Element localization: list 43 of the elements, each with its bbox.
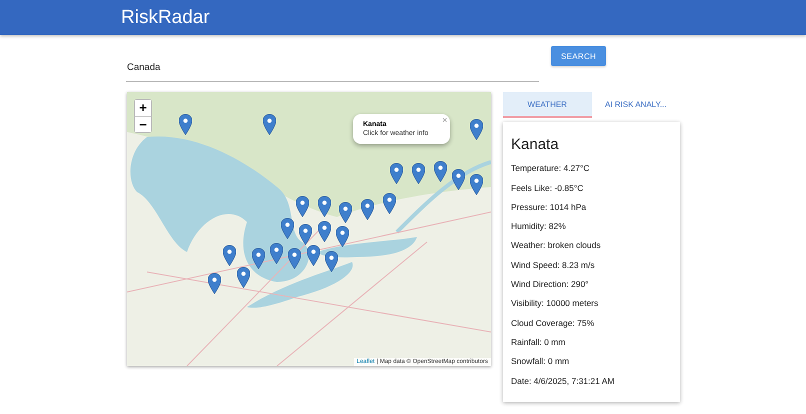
- weather-detail: Wind Direction: 290°: [511, 279, 590, 290]
- map-pin-icon[interactable]: [412, 163, 426, 184]
- weather-detail: Date: 4/6/2025, 7:31:21 AM: [511, 376, 616, 386]
- map-pin-icon[interactable]: [318, 196, 331, 218]
- map-pin-icon[interactable]: [262, 114, 276, 135]
- app-title: RiskRadar: [121, 6, 210, 28]
- search-button[interactable]: SEARCH: [551, 46, 606, 66]
- map-pin-icon[interactable]: [281, 218, 294, 240]
- map-pin-icon[interactable]: [470, 119, 484, 140]
- map-pin-icon[interactable]: [336, 226, 349, 248]
- map-pin-icon[interactable]: [222, 245, 236, 266]
- weather-detail: Temperature: 4.27°C: [511, 163, 591, 174]
- map-pin-icon[interactable]: [361, 198, 374, 220]
- weather-detail: Wind Speed: 8.23 m/s: [511, 260, 596, 270]
- map-pin-icon[interactable]: [383, 193, 396, 214]
- weather-detail: Cloud Coverage: 75%: [511, 318, 596, 328]
- weather-detail: Humidity: 82%: [511, 221, 567, 232]
- map-pin-icon[interactable]: [299, 224, 312, 245]
- map-pin-icon[interactable]: [434, 160, 448, 182]
- map-pin-icon[interactable]: [288, 248, 302, 270]
- map-pin-icon[interactable]: [339, 202, 352, 223]
- map-pin-icon[interactable]: [270, 242, 284, 264]
- map-pin-icon[interactable]: [296, 196, 309, 218]
- map-pin-icon[interactable]: [324, 250, 338, 272]
- weather-detail: Pressure: 1014 hPa: [511, 202, 588, 212]
- map-pin-icon[interactable]: [390, 163, 404, 184]
- map-pin-icon[interactable]: [252, 248, 266, 270]
- weather-detail: Rainfall: 0 mm: [511, 336, 566, 347]
- map-pin-icon[interactable]: [179, 114, 192, 135]
- zoom-out-button[interactable]: −: [135, 116, 151, 132]
- weather-detail: Visibility: 10000 meters: [511, 298, 600, 308]
- close-button[interactable]: ×: [442, 115, 448, 125]
- map-pin-icon[interactable]: [237, 267, 250, 288]
- tab[interactable]: WEATHER: [503, 92, 592, 118]
- map-pin-icon[interactable]: [306, 245, 320, 266]
- map-pin-icon[interactable]: [318, 220, 331, 242]
- map-pin-icon[interactable]: [452, 168, 466, 190]
- map-pin-icon[interactable]: [208, 272, 222, 294]
- weather-detail: Weather: broken clouds: [511, 240, 602, 250]
- map-pin-icon[interactable]: [470, 174, 484, 196]
- weather-detail: Feels Like: -0.85°C: [511, 182, 584, 193]
- city-title: Kanata: [511, 136, 560, 153]
- weather-detail: Snowfall: 0 mm: [511, 356, 570, 366]
